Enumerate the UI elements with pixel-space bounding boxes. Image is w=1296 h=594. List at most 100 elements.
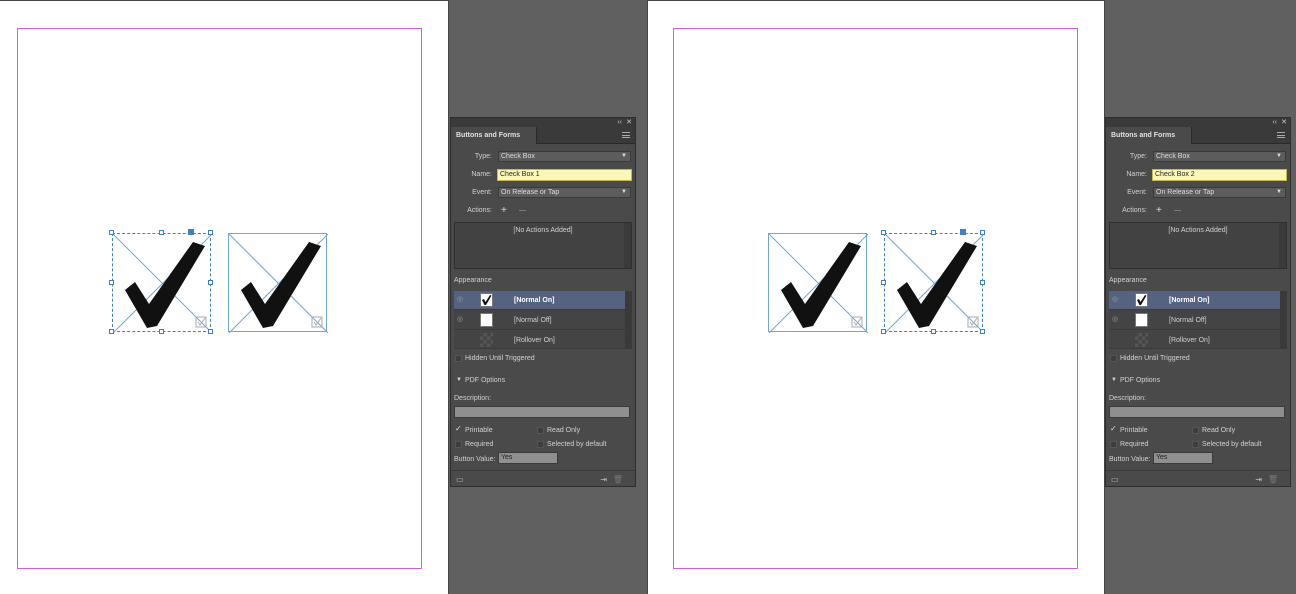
read-only-checkbox[interactable]: [537, 427, 544, 434]
selection-handle[interactable]: [931, 329, 936, 334]
appearance-row-rollover-on[interactable]: [Rollover On]: [454, 331, 625, 349]
close-panel-icon[interactable]: ✕: [626, 118, 632, 127]
selected-by-default-checkbox[interactable]: [1192, 441, 1199, 448]
name-field[interactable]: Check Box 1: [497, 169, 632, 181]
description-field[interactable]: [454, 406, 630, 418]
checkbox-field-1[interactable]: [768, 233, 868, 333]
eye-icon[interactable]: ◎: [457, 296, 467, 303]
event-row: Event: On Release or Tap: [1106, 186, 1290, 199]
selection-handle[interactable]: [208, 280, 213, 285]
eye-icon[interactable]: ◎: [1112, 296, 1122, 303]
hidden-until-triggered-label: Hidden Until Triggered: [1120, 355, 1190, 362]
selection-handle[interactable]: [109, 280, 114, 285]
eye-icon[interactable]: ◎: [457, 316, 467, 323]
panel-menu-icon[interactable]: [1277, 132, 1285, 138]
remove-action-button[interactable]: —: [1174, 204, 1181, 217]
event-dropdown[interactable]: On Release or Tap: [1153, 187, 1286, 198]
description-field[interactable]: [1109, 406, 1285, 418]
selection-handle[interactable]: [881, 230, 886, 235]
appearance-row-rollover-on[interactable]: [Rollover On]: [1109, 331, 1280, 349]
no-actions-text: [No Actions Added]: [1168, 227, 1228, 234]
event-row: Event: On Release or Tap: [451, 186, 635, 199]
delete-icon[interactable]: 🗑: [613, 475, 623, 484]
collapse-panel-icon[interactable]: ‹‹: [617, 118, 622, 127]
checkbox-field-2[interactable]: [228, 233, 328, 333]
selection-handle[interactable]: [881, 329, 886, 334]
close-panel-icon[interactable]: ✕: [1281, 118, 1287, 127]
read-only-checkbox[interactable]: [1192, 427, 1199, 434]
convert-object-icon[interactable]: ⇥: [600, 475, 607, 484]
printable-label: Printable: [1120, 427, 1148, 434]
selection-handle[interactable]: [159, 230, 164, 235]
appearance-state-label: [Rollover On]: [1169, 337, 1210, 344]
pdf-options-disclosure-icon[interactable]: ▼: [456, 377, 462, 383]
selection-handle[interactable]: [159, 329, 164, 334]
panel-menu-icon[interactable]: [622, 132, 630, 138]
convert-object-icon[interactable]: ⇥: [1255, 475, 1262, 484]
appearance-row-normal-on[interactable]: ◎ [Normal On]: [1109, 291, 1280, 310]
appearance-scrollbar[interactable]: [1280, 291, 1287, 349]
required-checkbox[interactable]: [1110, 441, 1117, 448]
appearance-row-normal-on[interactable]: ◎ [Normal On]: [454, 291, 625, 310]
delete-icon[interactable]: 🗑: [1268, 475, 1278, 484]
tab-buttons-and-forms[interactable]: Buttons and Forms: [1106, 127, 1192, 144]
checkbox-field-1-selected[interactable]: [112, 233, 212, 333]
preview-icon[interactable]: ▭: [456, 475, 464, 484]
selection-handle[interactable]: [881, 280, 886, 285]
add-action-button[interactable]: +: [501, 204, 507, 217]
actions-scrollbar[interactable]: [1279, 223, 1286, 268]
appearance-row-normal-off[interactable]: ◎ [Normal Off]: [454, 311, 625, 330]
actions-row: Actions: + —: [451, 204, 635, 217]
selection-handle[interactable]: [109, 329, 114, 334]
name-row: Name: Check Box 1: [451, 168, 635, 181]
actions-scrollbar[interactable]: [624, 223, 631, 268]
actions-list[interactable]: [No Actions Added]: [454, 222, 632, 269]
preview-icon[interactable]: ▭: [1111, 475, 1119, 484]
tab-buttons-and-forms[interactable]: Buttons and Forms: [451, 127, 537, 144]
add-action-button[interactable]: +: [1156, 204, 1162, 217]
appearance-thumbnail-empty: [1135, 313, 1148, 327]
selection-handle[interactable]: [208, 230, 213, 235]
description-label: Description:: [1109, 395, 1146, 402]
appearance-row-normal-off[interactable]: ◎ [Normal Off]: [1109, 311, 1280, 330]
button-value-field[interactable]: Yes: [498, 452, 558, 464]
selected-by-default-checkbox[interactable]: [537, 441, 544, 448]
selection-handle[interactable]: [980, 329, 985, 334]
type-dropdown[interactable]: Check Box: [498, 151, 631, 162]
actions-label: Actions:: [1122, 207, 1147, 214]
button-value-field[interactable]: Yes: [1153, 452, 1213, 464]
remove-action-button[interactable]: —: [519, 204, 526, 217]
hidden-until-triggered-checkbox[interactable]: [1110, 355, 1117, 362]
type-row: Type: Check Box: [451, 150, 635, 163]
selection-handle[interactable]: [931, 230, 936, 235]
selection-handle[interactable]: [980, 230, 985, 235]
read-only-label: Read Only: [1202, 427, 1236, 434]
button-value-label: Button Value:: [454, 456, 496, 463]
eye-icon[interactable]: ◎: [1112, 316, 1122, 323]
checkbox-field-2-selected[interactable]: [884, 233, 984, 333]
printable-check-icon[interactable]: ✓: [455, 424, 462, 433]
no-actions-text: [No Actions Added]: [513, 227, 573, 234]
event-dropdown[interactable]: On Release or Tap: [498, 187, 631, 198]
appearance-scrollbar[interactable]: [625, 291, 632, 349]
selection-handle[interactable]: [980, 280, 985, 285]
name-field[interactable]: Check Box 2: [1152, 169, 1287, 181]
read-only-label: Read Only: [547, 427, 581, 434]
required-checkbox[interactable]: [455, 441, 462, 448]
checkbox-badge-icon: [195, 316, 207, 328]
selection-handle[interactable]: [109, 230, 114, 235]
type-dropdown[interactable]: Check Box: [1153, 151, 1286, 162]
printable-check-icon[interactable]: ✓: [1110, 424, 1117, 433]
event-label: Event:: [1127, 189, 1147, 196]
selection-handle-anchor[interactable]: [188, 229, 194, 235]
type-label: Type:: [474, 153, 492, 160]
selection-handle-anchor[interactable]: [960, 229, 966, 235]
actions-list[interactable]: [No Actions Added]: [1109, 222, 1287, 269]
appearance-state-label: [Normal Off]: [1169, 317, 1207, 324]
selection-handle[interactable]: [208, 329, 213, 334]
appearance-header: Appearance: [1106, 274, 1290, 287]
pdf-options-disclosure-icon[interactable]: ▼: [1111, 377, 1117, 383]
collapse-panel-icon[interactable]: ‹‹: [1272, 118, 1277, 127]
description-label: Description:: [454, 395, 491, 402]
hidden-until-triggered-checkbox[interactable]: [455, 355, 462, 362]
